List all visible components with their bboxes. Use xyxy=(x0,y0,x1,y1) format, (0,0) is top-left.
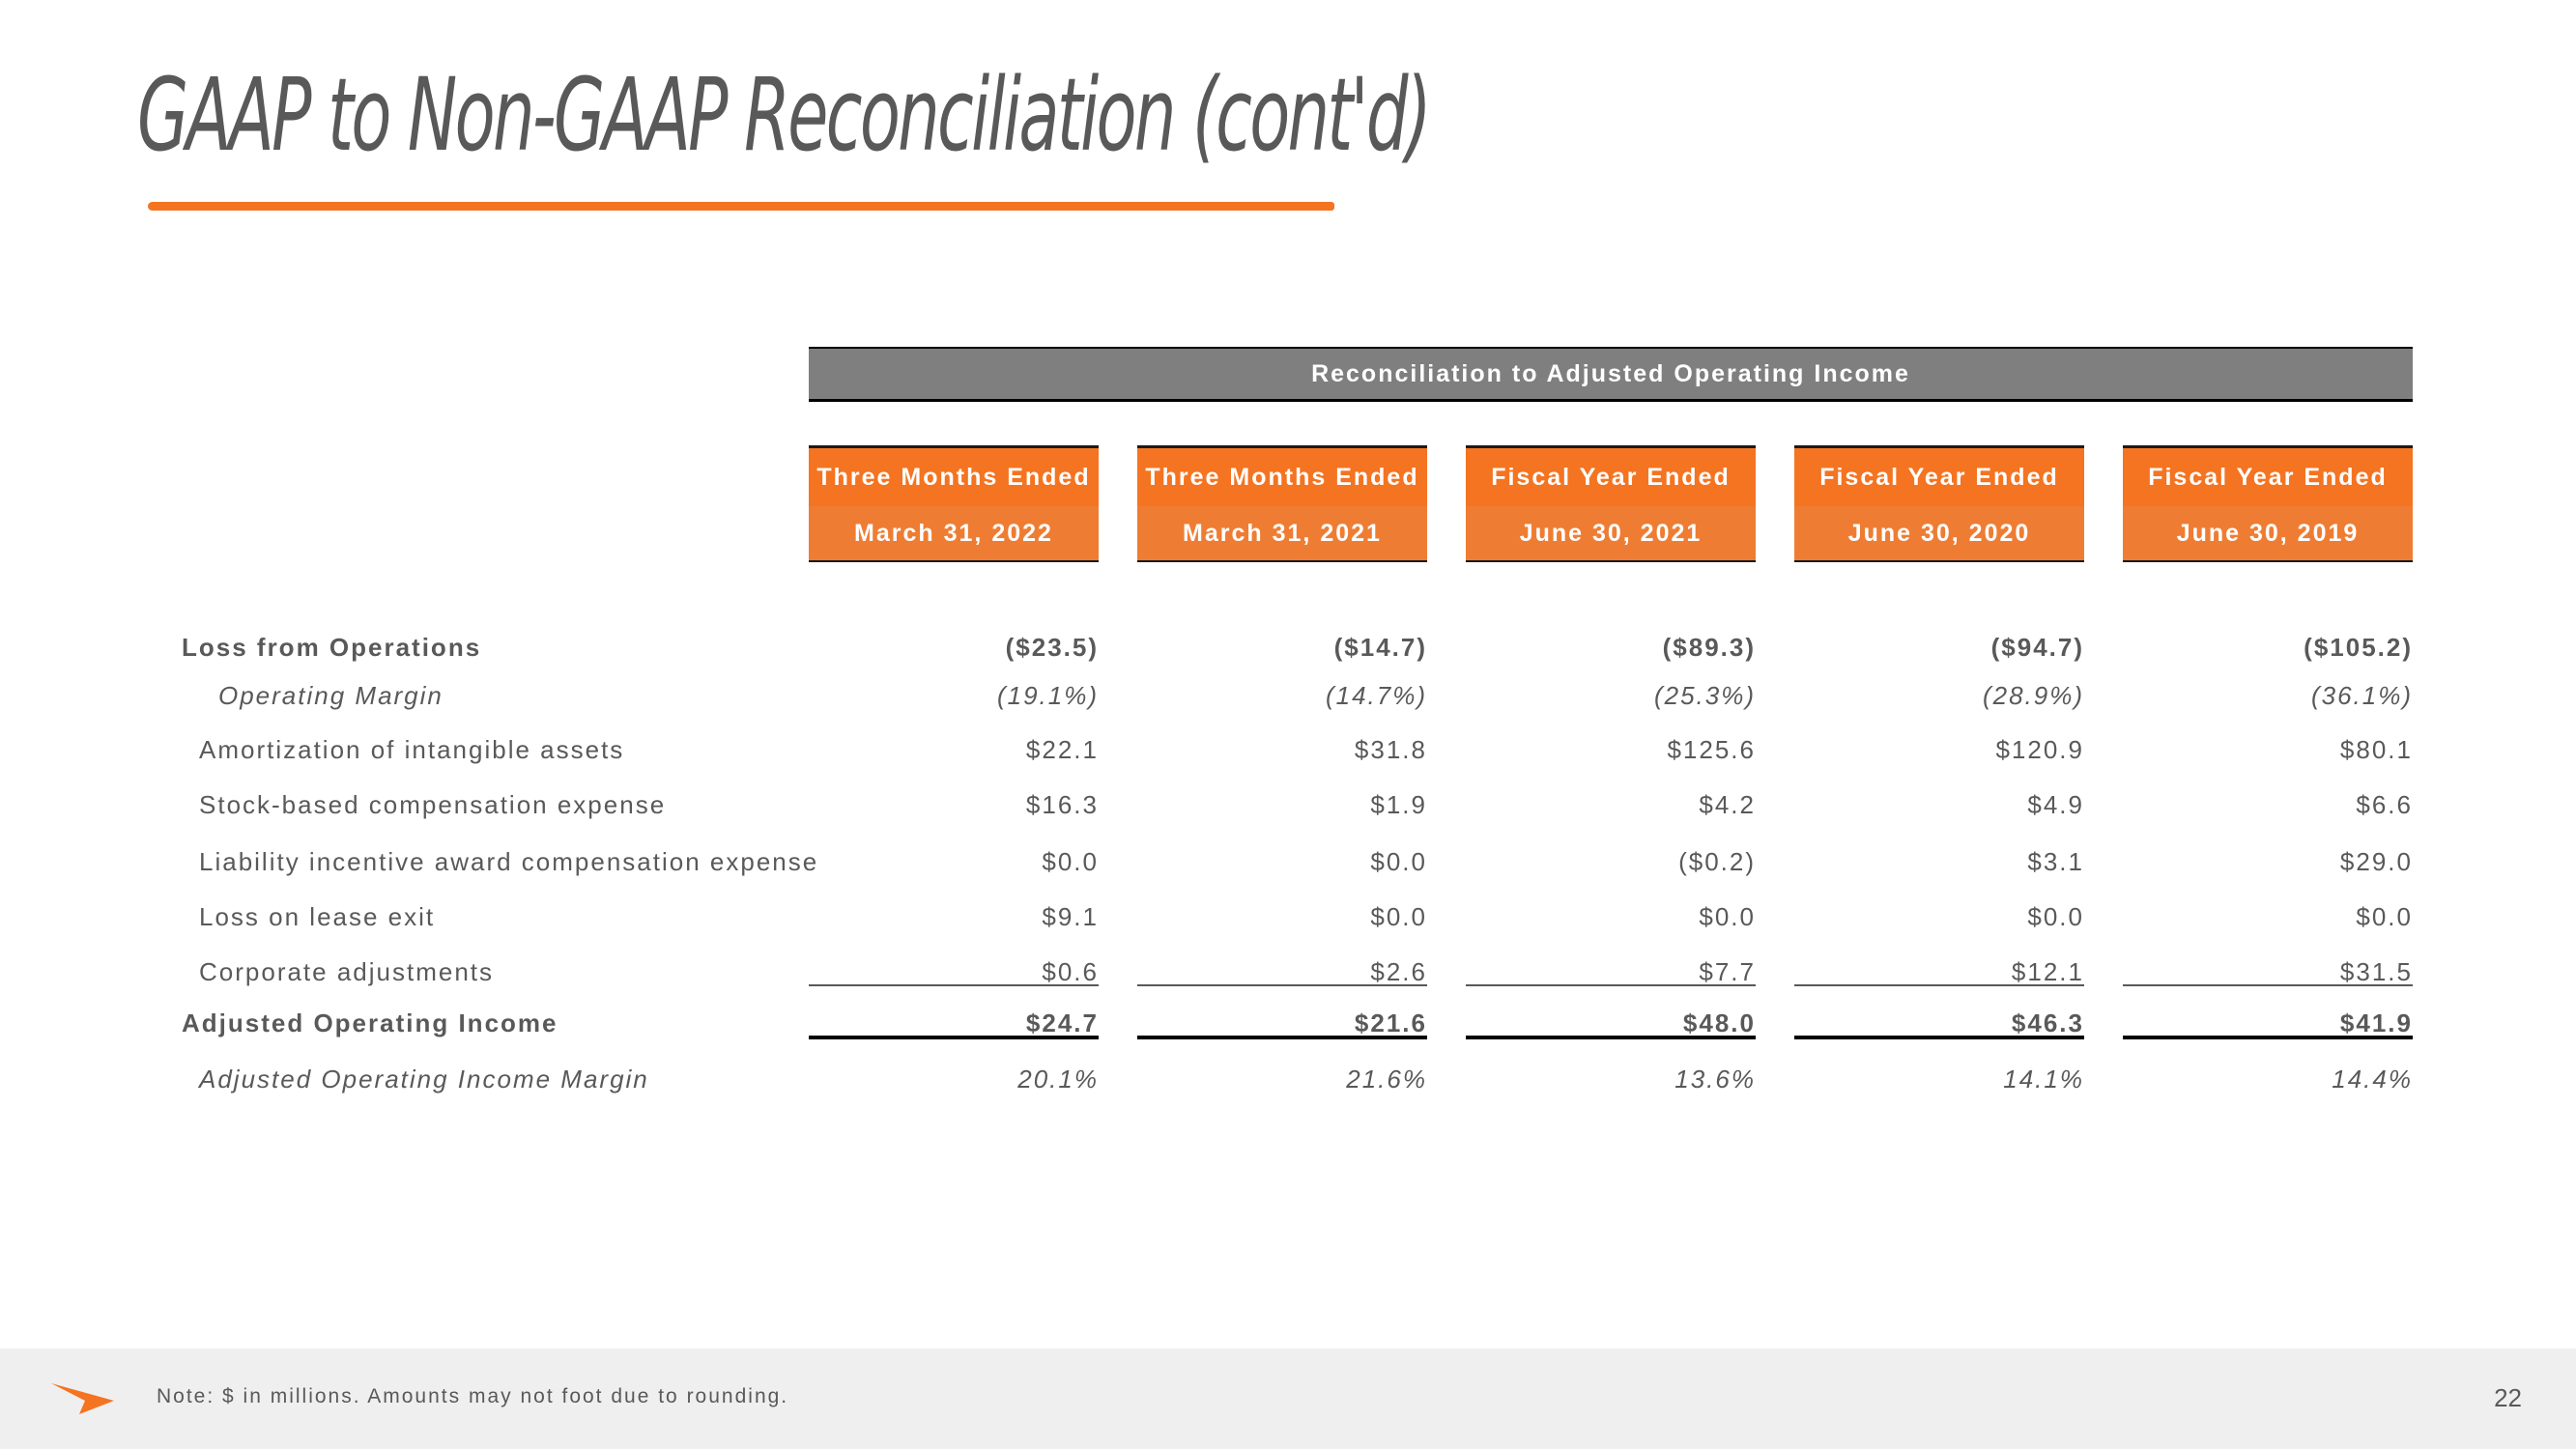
table-cell: $0.0 xyxy=(1699,902,1756,931)
table-cell: ($0.2) xyxy=(1678,847,1756,876)
column-header-period: Three Months Ended xyxy=(1137,448,1427,506)
row-label-operating-margin: Operating Margin xyxy=(218,681,444,710)
total-rule xyxy=(2123,1036,2413,1039)
column-header-date: March 31, 2022 xyxy=(809,506,1099,560)
column-header-date: June 30, 2019 xyxy=(2123,506,2413,560)
table-cell: ($94.7) xyxy=(1990,633,2084,662)
column-header-3: Fiscal Year Ended June 30, 2021 xyxy=(1466,445,1756,562)
table-cell: $41.9 xyxy=(2339,1009,2413,1037)
section-header: Reconciliation to Adjusted Operating Inc… xyxy=(809,347,2413,402)
table-cell: $0.0 xyxy=(2356,902,2413,931)
total-rule xyxy=(1794,1036,2084,1039)
page-title: GAAP to Non-GAAP Reconciliation (cont'd) xyxy=(137,56,1432,174)
subtotal-rule xyxy=(1794,984,2084,986)
row-label-loss-from-operations: Loss from Operations xyxy=(182,633,482,662)
column-header-2: Three Months Ended March 31, 2021 xyxy=(1137,445,1427,562)
table-cell: $31.8 xyxy=(1354,735,1427,764)
column-header-period: Fiscal Year Ended xyxy=(2123,448,2413,506)
total-rule xyxy=(809,1036,1099,1039)
table-cell: $0.0 xyxy=(1042,847,1099,876)
table-cell: $6.6 xyxy=(2356,790,2413,819)
row-label-amortization: Amortization of intangible assets xyxy=(199,735,625,764)
table-cell: $29.0 xyxy=(2339,847,2413,876)
column-header-date: June 30, 2020 xyxy=(1794,506,2084,560)
table-cell: 14.4% xyxy=(2332,1065,2413,1094)
table-cell: $0.6 xyxy=(1042,957,1099,986)
row-label-corporate-adjustments: Corporate adjustments xyxy=(199,957,495,986)
subtotal-rule xyxy=(1466,984,1756,986)
column-header-1: Three Months Ended March 31, 2022 xyxy=(809,445,1099,562)
table-cell: (19.1%) xyxy=(996,681,1099,710)
table-cell: (28.9%) xyxy=(1982,681,2084,710)
column-header-period: Fiscal Year Ended xyxy=(1466,448,1756,506)
column-header-date: March 31, 2021 xyxy=(1137,506,1427,560)
table-cell: $21.6 xyxy=(1354,1009,1427,1037)
table-cell: $12.1 xyxy=(2011,957,2084,986)
row-label-stock-comp: Stock-based compensation expense xyxy=(199,790,667,819)
title-underline xyxy=(148,202,1334,211)
footer-note: Note: $ in millions. Amounts may not foo… xyxy=(157,1385,789,1407)
table-cell: 21.6% xyxy=(1346,1065,1427,1094)
table-cell: $0.0 xyxy=(1370,902,1427,931)
page-number: 22 xyxy=(2494,1383,2522,1412)
table-cell: $4.9 xyxy=(2027,790,2084,819)
table-cell: $46.3 xyxy=(2011,1009,2084,1037)
table-cell: 13.6% xyxy=(1674,1065,1756,1094)
table-cell: $80.1 xyxy=(2339,735,2413,764)
column-header-period: Fiscal Year Ended xyxy=(1794,448,2084,506)
table-cell: $9.1 xyxy=(1042,902,1099,931)
table-cell: ($89.3) xyxy=(1662,633,1756,662)
row-label-adjusted-margin: Adjusted Operating Income Margin xyxy=(199,1065,649,1094)
section-title: Reconciliation to Adjusted Operating Inc… xyxy=(1311,359,1910,387)
column-header-5: Fiscal Year Ended June 30, 2019 xyxy=(2123,445,2413,562)
table-cell: (36.1%) xyxy=(2310,681,2413,710)
table-cell: ($14.7) xyxy=(1333,633,1427,662)
total-rule xyxy=(1466,1036,1756,1039)
table-cell: $4.2 xyxy=(1699,790,1756,819)
subtotal-rule xyxy=(2123,984,2413,986)
footer: Note: $ in millions. Amounts may not foo… xyxy=(0,1349,2576,1449)
table-cell: $0.0 xyxy=(2027,902,2084,931)
table-cell: $3.1 xyxy=(2027,847,2084,876)
table-cell: $48.0 xyxy=(1682,1009,1756,1037)
table-cell: $7.7 xyxy=(1699,957,1756,986)
column-header-4: Fiscal Year Ended June 30, 2020 xyxy=(1794,445,2084,562)
table-cell: $24.7 xyxy=(1025,1009,1099,1037)
table-cell: $0.0 xyxy=(1370,847,1427,876)
subtotal-rule xyxy=(1137,984,1427,986)
table-cell: (14.7%) xyxy=(1325,681,1427,710)
row-label-adjusted-operating-income: Adjusted Operating Income xyxy=(182,1009,558,1037)
table-cell: $16.3 xyxy=(1025,790,1099,819)
table-cell: $22.1 xyxy=(1025,735,1099,764)
table-cell: $31.5 xyxy=(2339,957,2413,986)
table-cell: (25.3%) xyxy=(1653,681,1756,710)
table-cell: $120.9 xyxy=(1995,735,2084,764)
total-rule xyxy=(1137,1036,1427,1039)
table-cell: 14.1% xyxy=(2003,1065,2084,1094)
row-label-lease-exit: Loss on lease exit xyxy=(199,902,436,931)
table-cell: 20.1% xyxy=(1017,1065,1099,1094)
table-cell: $2.6 xyxy=(1370,957,1427,986)
subtotal-rule xyxy=(809,984,1099,986)
table-cell: ($105.2) xyxy=(2304,633,2413,662)
arrow-logo-icon xyxy=(51,1383,114,1414)
row-label-liability-incentive: Liability incentive award compensation e… xyxy=(199,847,819,876)
column-header-date: June 30, 2021 xyxy=(1466,506,1756,560)
column-header-period: Three Months Ended xyxy=(809,448,1099,506)
table-cell: $1.9 xyxy=(1370,790,1427,819)
table-cell: ($23.5) xyxy=(1005,633,1099,662)
table-cell: $125.6 xyxy=(1667,735,1756,764)
